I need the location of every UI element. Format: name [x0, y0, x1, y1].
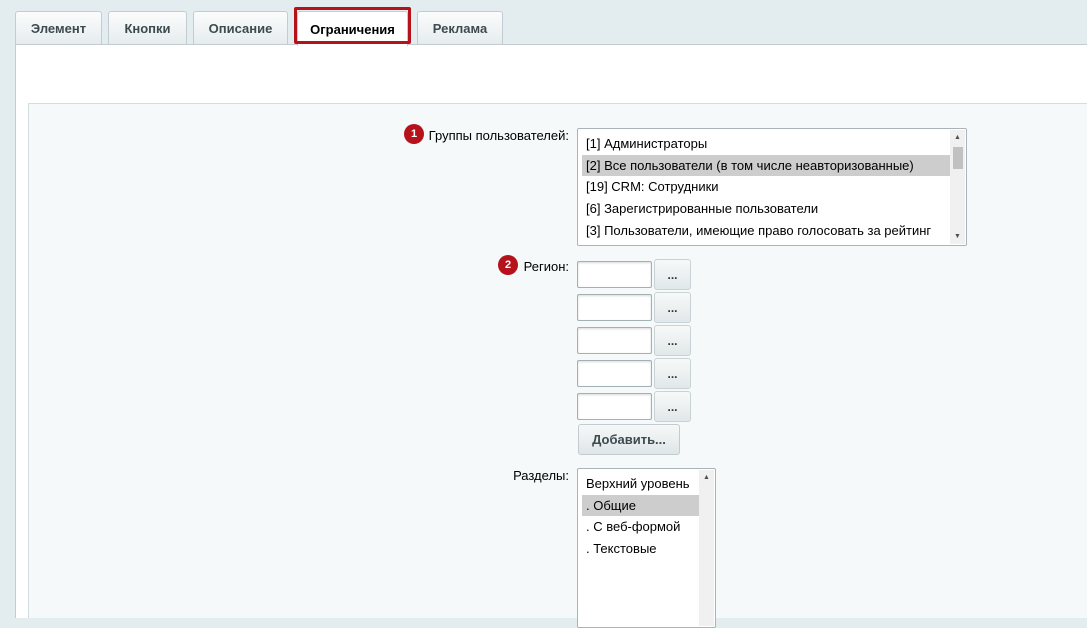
tab-description[interactable]: Описание — [193, 11, 288, 44]
scroll-up-arrow-icon[interactable]: ▲ — [699, 470, 714, 485]
region-browse-button-3[interactable]: ... — [654, 325, 691, 356]
section-option-selected[interactable]: . Общие — [582, 494, 699, 517]
sections-scrollbar[interactable]: ▲ — [699, 470, 714, 626]
scroll-thumb[interactable] — [953, 147, 963, 169]
add-region-button[interactable]: Добавить... — [578, 424, 680, 455]
region-input-1[interactable] — [577, 261, 652, 288]
scroll-down-arrow-icon[interactable]: ▼ — [950, 229, 965, 244]
sections-listbox[interactable]: Верхний уровень . Общие . С веб-формой .… — [577, 468, 716, 628]
tab-buttons[interactable]: Кнопки — [108, 11, 187, 44]
section-option[interactable]: . С веб-формой — [582, 516, 699, 538]
region-input-4[interactable] — [577, 360, 652, 387]
region-input-3[interactable] — [577, 327, 652, 354]
user-group-option[interactable]: [19] CRM: Сотрудники — [582, 176, 950, 198]
user-group-option[interactable]: [6] Зарегистрированные пользователи — [582, 198, 950, 220]
user-group-option[interactable]: [1] Администраторы — [582, 133, 950, 155]
sections-label: Разделы: — [513, 468, 569, 483]
content-header-area — [15, 44, 1087, 104]
user-groups-scrollbar[interactable]: ▲ ▼ — [950, 130, 965, 244]
region-browse-button-5[interactable]: ... — [654, 391, 691, 422]
tab-bar: Элемент Кнопки Описание Ограничения Рекл… — [0, 0, 1087, 46]
region-label: Регион: — [523, 259, 569, 274]
user-groups-listbox[interactable]: [1] Администраторы [2] Все пользователи … — [577, 128, 967, 246]
scroll-up-arrow-icon[interactable]: ▲ — [950, 130, 965, 145]
region-input-5[interactable] — [577, 393, 652, 420]
region-input-2[interactable] — [577, 294, 652, 321]
region-browse-button-2[interactable]: ... — [654, 292, 691, 323]
region-browse-button-4[interactable]: ... — [654, 358, 691, 389]
tab-element[interactable]: Элемент — [15, 11, 102, 44]
section-option[interactable]: . Текстовые — [582, 538, 699, 560]
user-groups-label: Группы пользователей: — [428, 128, 569, 143]
user-group-option[interactable]: [3] Пользователи, имеющие право голосова… — [582, 220, 950, 242]
tab-advertising[interactable]: Реклама — [417, 11, 503, 44]
tab-restrictions[interactable]: Ограничения — [297, 11, 408, 46]
region-browse-button-1[interactable]: ... — [654, 259, 691, 290]
user-group-option-selected[interactable]: [2] Все пользователи (в том числе неавто… — [582, 154, 950, 177]
section-option[interactable]: Верхний уровень — [582, 473, 699, 495]
